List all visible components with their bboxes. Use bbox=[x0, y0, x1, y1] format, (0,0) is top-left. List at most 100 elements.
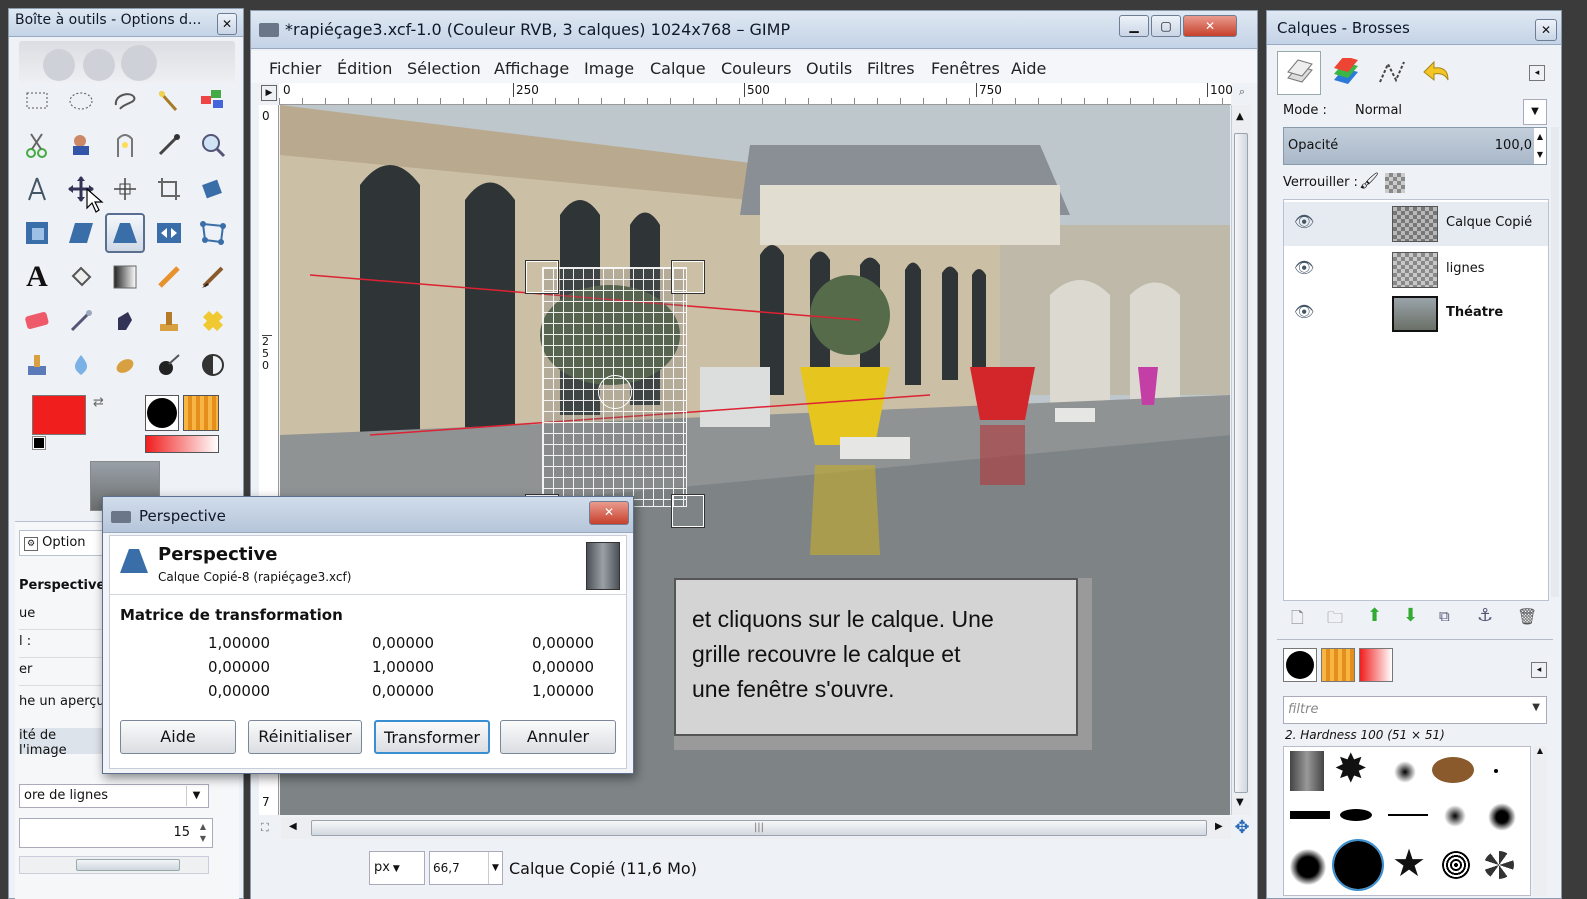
option-row-3[interactable]: er bbox=[19, 662, 107, 686]
center-handle[interactable] bbox=[598, 375, 632, 409]
flip-tool-icon[interactable] bbox=[149, 213, 189, 253]
brush-filter-input[interactable]: filtre ▼ bbox=[1283, 696, 1547, 724]
brush-item[interactable] bbox=[1488, 803, 1516, 831]
pencil-tool-icon[interactable] bbox=[149, 257, 189, 297]
brush-item[interactable]: ✸ bbox=[1334, 749, 1368, 789]
active-gradient-preview[interactable] bbox=[145, 435, 219, 453]
horizontal-scrollbar[interactable]: ◀ ||| ▶ bbox=[281, 817, 1231, 839]
duplicate-layer-icon[interactable]: ⧉ bbox=[1439, 607, 1450, 625]
menu-calque[interactable]: Calque bbox=[650, 59, 706, 78]
top-ruler[interactable]: 0 250 500 750 100 bbox=[279, 83, 1233, 105]
tab-undo-history[interactable] bbox=[1415, 51, 1459, 95]
lock-pixels-icon[interactable]: 🖌 bbox=[1359, 171, 1379, 190]
perspective-tool-icon[interactable] bbox=[105, 213, 145, 253]
brush-item[interactable] bbox=[1340, 809, 1372, 821]
mode-value[interactable]: Normal bbox=[1355, 103, 1402, 118]
brush-grid-scrollbar[interactable]: ▲ bbox=[1533, 746, 1547, 896]
brush-item[interactable] bbox=[1444, 805, 1466, 827]
brush-item[interactable] bbox=[1432, 757, 1474, 783]
navigation-toggle-icon[interactable]: ⛶ bbox=[261, 821, 279, 837]
dock-menu-button[interactable]: ◂ bbox=[1529, 65, 1545, 81]
dialog-close-button[interactable]: ✕ bbox=[589, 501, 629, 525]
toolbox-titlebar[interactable]: Boîte à outils - Options d... bbox=[9, 9, 243, 37]
filter-chevron-icon[interactable]: ▼ bbox=[1532, 702, 1540, 713]
tab-channels[interactable] bbox=[1323, 51, 1367, 95]
color-picker-icon[interactable] bbox=[149, 125, 189, 165]
layers-titlebar[interactable]: Calques - Brosses bbox=[1267, 11, 1561, 45]
anchor-layer-icon[interactable]: ⚓ bbox=[1477, 605, 1493, 626]
dock-scrollbar[interactable] bbox=[1551, 127, 1559, 597]
hscroll-thumb[interactable]: ||| bbox=[311, 820, 1207, 836]
menu-filtres[interactable]: Filtres bbox=[867, 59, 915, 78]
reset-button[interactable]: Réinitialiser bbox=[248, 720, 362, 754]
opacity-slider[interactable]: Opacité 100,0 ▲ ▼ bbox=[1283, 127, 1547, 165]
shear-tool-icon[interactable] bbox=[61, 213, 101, 253]
scroll-left-icon[interactable]: ◀ bbox=[289, 821, 297, 832]
measure-tool-icon[interactable] bbox=[17, 169, 57, 209]
new-layer-icon[interactable]: 🗋 bbox=[1291, 607, 1304, 634]
brushes-menu-button[interactable]: ◂ bbox=[1531, 662, 1547, 678]
clone-tool-icon[interactable] bbox=[149, 301, 189, 341]
guides-select[interactable]: ore de lignes ▼ bbox=[19, 784, 209, 808]
brush-item[interactable]: ★ bbox=[1392, 843, 1426, 883]
color-select-icon[interactable] bbox=[193, 81, 233, 121]
heal-tool-icon[interactable] bbox=[193, 301, 233, 341]
dialog-titlebar[interactable]: Perspective bbox=[103, 497, 633, 533]
tab-paths[interactable] bbox=[1369, 51, 1413, 95]
grid-lines-number-input[interactable]: 15 ▲ ▼ bbox=[19, 818, 213, 848]
delete-layer-icon[interactable]: 🗑 bbox=[1517, 607, 1537, 626]
perspective-clone-icon[interactable] bbox=[17, 345, 57, 385]
brush-item[interactable] bbox=[1388, 814, 1428, 816]
desaturate-tool-icon[interactable] bbox=[193, 345, 233, 385]
brush-item[interactable] bbox=[1290, 849, 1326, 885]
menu-outils[interactable]: Outils bbox=[806, 59, 852, 78]
quickmask-corner-button[interactable]: ▶ bbox=[261, 85, 277, 101]
handle-bottom-right[interactable] bbox=[671, 494, 705, 528]
brush-item-selected[interactable] bbox=[1332, 839, 1384, 891]
brush-item[interactable] bbox=[1494, 769, 1498, 773]
navigate-icon[interactable]: ✥ bbox=[1231, 817, 1253, 839]
foreground-color-swatch[interactable] bbox=[32, 395, 86, 435]
close-button[interactable]: ✕ bbox=[1183, 15, 1237, 37]
option-row-5[interactable]: ité de l'image bbox=[19, 728, 107, 758]
eraser-tool-icon[interactable] bbox=[17, 301, 57, 341]
paintbrush-icon[interactable] bbox=[193, 257, 233, 297]
eye-icon[interactable]: 👁 bbox=[1294, 258, 1314, 277]
text-tool-icon[interactable]: A bbox=[17, 257, 57, 297]
image-titlebar[interactable]: *rapiéçage3.xcf-1.0 (Couleur RVB, 3 calq… bbox=[251, 11, 1257, 49]
scale-tool-icon[interactable] bbox=[17, 213, 57, 253]
active-pattern-preview[interactable] bbox=[183, 395, 219, 431]
blur-tool-icon[interactable] bbox=[61, 345, 101, 385]
scroll-down-icon[interactable]: ▼ bbox=[1236, 797, 1244, 808]
zoom-tool-icon[interactable] bbox=[193, 125, 233, 165]
vscroll-thumb[interactable] bbox=[1234, 133, 1248, 793]
unit-select[interactable]: px ▼ bbox=[369, 851, 425, 885]
tab-layers[interactable] bbox=[1277, 51, 1321, 95]
toolbox-close-button[interactable]: ✕ bbox=[217, 13, 237, 35]
menu-edition[interactable]: Édition bbox=[337, 59, 392, 78]
smudge-tool-icon[interactable] bbox=[105, 345, 145, 385]
tab-brushes[interactable] bbox=[1283, 648, 1317, 682]
new-layer-group-icon[interactable]: 🗀 bbox=[1327, 607, 1343, 634]
brush-item[interactable] bbox=[1290, 751, 1324, 791]
cage-transform-icon[interactable] bbox=[193, 213, 233, 253]
layers-close-button[interactable]: ✕ bbox=[1535, 19, 1557, 41]
align-tool-icon[interactable] bbox=[105, 169, 145, 209]
brush-item[interactable] bbox=[1442, 851, 1470, 879]
tab-patterns[interactable] bbox=[1321, 648, 1355, 682]
paths-tool-icon[interactable] bbox=[105, 125, 145, 165]
scissors-select-icon[interactable] bbox=[17, 125, 57, 165]
spin-arrows-icon[interactable]: ▲ ▼ bbox=[196, 821, 210, 845]
active-brush-preview[interactable] bbox=[145, 395, 179, 431]
minimize-button[interactable]: ▁ bbox=[1119, 15, 1149, 37]
lock-alpha-icon[interactable] bbox=[1385, 173, 1405, 193]
transform-button[interactable]: Transformer bbox=[374, 720, 490, 754]
brush-item[interactable] bbox=[1290, 811, 1330, 819]
airbrush-icon[interactable] bbox=[61, 301, 101, 341]
blend-tool-icon[interactable] bbox=[105, 257, 145, 297]
menu-image[interactable]: Image bbox=[584, 59, 634, 78]
raise-layer-icon[interactable]: ⬆ bbox=[1367, 605, 1382, 626]
mode-chevron-icon[interactable]: ▼ bbox=[1523, 99, 1547, 125]
rect-select-icon[interactable] bbox=[17, 81, 57, 121]
tab-gradients[interactable] bbox=[1359, 648, 1393, 682]
